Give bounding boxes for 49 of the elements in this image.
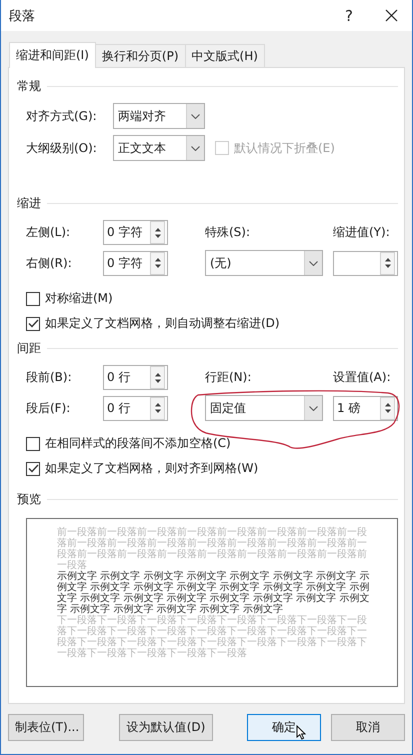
chevron-down-icon <box>191 114 200 118</box>
chevron-down-icon <box>191 146 200 150</box>
checkbox-label: 对称缩进(M) <box>45 290 113 307</box>
field-label: 段前(B): <box>26 369 73 386</box>
special-indent-dropdown[interactable]: (无) <box>205 250 323 276</box>
checkbox[interactable] <box>26 436 40 450</box>
outline-level-dropdown[interactable]: 正文文本 <box>113 135 205 161</box>
spacing-value-spinner[interactable]: 1 磅 <box>333 396 398 420</box>
preview-text: 前一段落前一段落前一段落前一段落前一段落前一段落前一段落前一段落前一段落前一段落前一段落前一段落前一段落前一段落前一段落前一段落前一段落前一段落前一段落前一段落前一段落前一段落前一段落前一段落 <box>57 527 368 571</box>
alignment-dropdown[interactable]: 两端对齐 <box>113 103 205 129</box>
field-label: 段后(F): <box>26 400 72 416</box>
line-spacing-dropdown[interactable]: 固定值 <box>205 395 323 421</box>
checkbox[interactable] <box>26 292 40 306</box>
help-button[interactable]: ? <box>328 0 370 31</box>
field-label: 对齐方式(G): <box>26 108 98 124</box>
checkbox-label: 如果定义了文档网格，则自动调整右缩进(D) <box>45 315 280 332</box>
chevron-down-icon <box>309 260 318 266</box>
checkbox[interactable] <box>26 316 40 330</box>
dialog-button[interactable]: 确定 <box>247 714 321 741</box>
field-label: 缩进值(Y): <box>333 224 391 241</box>
left-indent-spinner[interactable]: 0 字符 <box>103 220 168 245</box>
checkbox-label: 在相同样式的段落间不添加空格(C) <box>45 435 231 452</box>
checkbox-label: 默认情况下折叠(E) <box>234 140 335 156</box>
dialog-button[interactable]: 制表位(T)... <box>8 714 84 741</box>
checkbox[interactable] <box>26 462 40 476</box>
field-label: 大纲级别(O): <box>26 140 98 156</box>
section-heading: 缩进 <box>17 195 41 212</box>
window-title: 段落 <box>9 8 36 24</box>
section-heading: 常规 <box>17 78 41 95</box>
field-label: 左侧(L): <box>26 224 72 241</box>
field-label: 设置值(A): <box>333 369 392 386</box>
space-before-spinner[interactable]: 0 行 <box>103 365 168 390</box>
field-label: 特殊(S): <box>205 224 252 241</box>
tab[interactable]: 中文版式(H) <box>184 44 265 67</box>
chevron-down-icon <box>309 406 318 410</box>
section-heading: 间距 <box>17 340 41 357</box>
dialog-button[interactable]: 设为默认值(D) <box>119 714 213 741</box>
field-label: 行距(N): <box>205 369 252 386</box>
field-label: 右侧(R): <box>26 254 73 272</box>
right-indent-spinner[interactable]: 0 字符 <box>103 250 168 276</box>
mouse-pointer-icon <box>296 725 306 740</box>
section-heading: 预览 <box>17 491 41 508</box>
preview-text: 下一段落下一段落下一段落下一段落下一段落下一段落下一段落下一段落下一段落下一段落下一段落下一段落下一段落下一段落下一段落下一段落下一段落下一段落下一段落下一段落下一段落下一段落下一段落下一段落下一段落下一段落下一段落下一段落 <box>57 615 368 659</box>
dialog-button[interactable]: 取消 <box>331 714 405 741</box>
close-icon <box>384 9 398 22</box>
tab[interactable]: 缩进和间距(I) <box>9 42 96 68</box>
checkbox-label: 如果定义了文档网格，则对齐到网格(W) <box>45 460 258 477</box>
space-after-spinner[interactable]: 0 行 <box>103 396 168 420</box>
preview-text: 示例文字 示例文字 示例文字 示例文字 示例文字 示例文字 示例文字 示例文字 示例文字 示例文字 示例文字 示例文字 示例文字 示例文字 示例文字 示例文字 示例文字 示例文字 示例文字 示例文字 示例文字 示例文字 示例文字 示例文字 示例文字 示例文字 示例文字 <box>57 571 370 615</box>
